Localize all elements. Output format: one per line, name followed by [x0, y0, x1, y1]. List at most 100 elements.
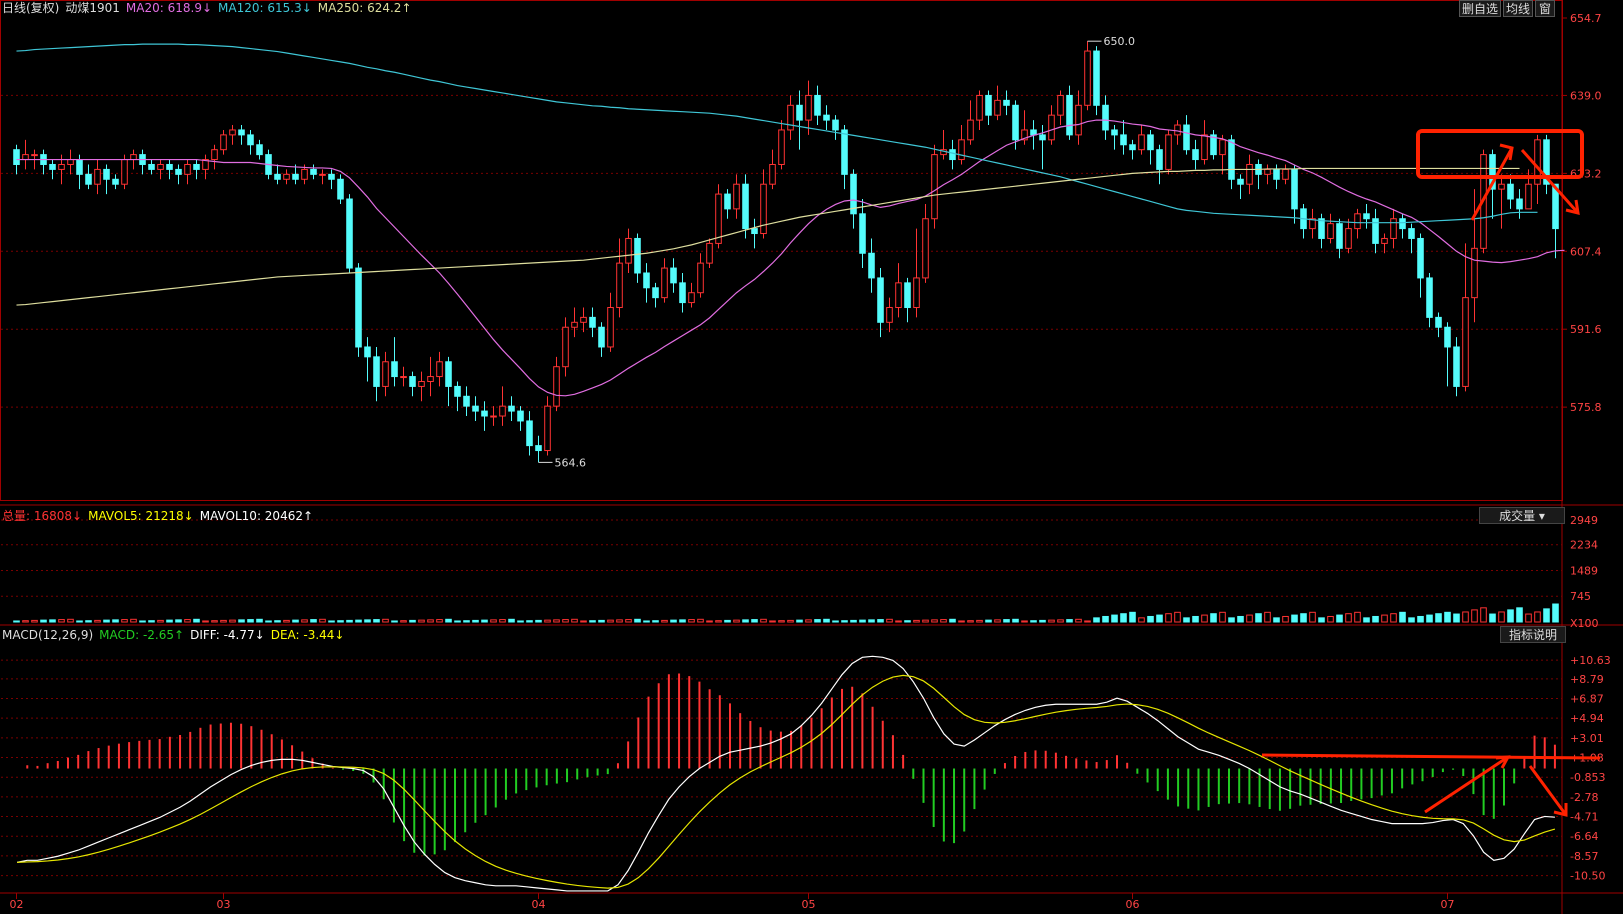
volume-bar	[454, 620, 461, 623]
volume-bar	[148, 620, 155, 623]
volume-bar	[1444, 611, 1451, 623]
volume-bar	[400, 620, 407, 623]
indicator-selector[interactable]: 成交量 ▾	[1479, 507, 1565, 524]
x-tick-label: 05	[802, 898, 816, 911]
volume-bar	[247, 619, 254, 623]
volume-header: 总量: 16808↓ MAVOL5: 21218↓ MAVOL10: 20462↑	[2, 508, 319, 524]
window-button[interactable]: 窗	[1535, 0, 1555, 17]
ma-line-ma20	[16, 119, 1565, 397]
candle-body	[1012, 104, 1019, 141]
price-tick-label: 607.4	[1570, 245, 1602, 258]
candle-body	[1354, 213, 1361, 230]
volume-bar	[526, 620, 533, 623]
candle-body	[1237, 178, 1244, 185]
price-tick-label: 639.0	[1570, 89, 1602, 102]
volume-bar	[1471, 609, 1478, 623]
volume-bar	[1156, 614, 1163, 623]
candle-body	[76, 159, 83, 175]
candle-body	[715, 193, 722, 244]
candle-body	[1048, 114, 1055, 141]
volume-bar	[1336, 614, 1343, 623]
ma-lines-button[interactable]: 均线	[1503, 0, 1533, 17]
ma20-readout: MA20: 618.9↓	[125, 1, 213, 15]
volume-bar	[346, 619, 353, 623]
candle-body	[1390, 218, 1397, 239]
macd-tick-label: -2.78	[1570, 791, 1598, 804]
candle-body	[958, 139, 965, 161]
volume-bar	[1498, 611, 1505, 623]
candle-body	[193, 163, 200, 170]
candle-body	[211, 149, 218, 161]
volume-bar	[805, 619, 812, 623]
candle-body	[697, 262, 704, 294]
candle-body	[679, 282, 686, 304]
volume-bar	[1363, 617, 1370, 623]
volume-bar	[49, 619, 56, 623]
candle-body	[949, 149, 956, 161]
volume-bar	[409, 619, 416, 623]
x-tick-label: 07	[1441, 898, 1455, 911]
volume-bar	[553, 619, 560, 623]
candle-body	[157, 163, 164, 170]
price-tick-label: 591.6	[1570, 323, 1602, 336]
candle-body	[1174, 124, 1181, 136]
candle-body	[472, 405, 479, 412]
candle-body	[1327, 223, 1334, 239]
volume-bar	[328, 620, 335, 623]
candle-body	[409, 376, 416, 387]
volume-bar	[1264, 611, 1271, 623]
volume-bar	[58, 619, 65, 623]
candle-body	[886, 307, 893, 323]
volume-bar	[103, 619, 110, 623]
candle-body	[1381, 237, 1388, 244]
volume-bar	[1489, 613, 1496, 623]
volume-bar	[1192, 615, 1199, 623]
candle-body	[1228, 139, 1235, 180]
candle-body	[1183, 124, 1190, 151]
delete-watchlist-button[interactable]: 删自选	[1459, 0, 1501, 17]
volume-bar	[130, 618, 137, 623]
candle-body	[1156, 149, 1163, 170]
volume-bar	[1201, 614, 1208, 623]
candle-body	[319, 173, 326, 176]
candle-body	[166, 163, 173, 170]
chart-canvas[interactable]: 654.7639.0623.2607.4591.6575.8650.0564.6…	[0, 0, 1623, 914]
volume-bar	[571, 618, 578, 623]
volume-bar	[463, 620, 470, 623]
candle-body	[499, 405, 506, 417]
candle-body	[1192, 149, 1199, 161]
price-panel-frame	[0, 0, 1563, 501]
volume-bar	[1111, 614, 1118, 623]
volume-bar	[220, 619, 227, 623]
candle-body	[130, 154, 137, 161]
dea-readout: DEA: -3.44↓	[270, 628, 345, 642]
volume-bar	[751, 619, 758, 623]
volume-bar	[895, 620, 902, 623]
volume-bar	[1291, 614, 1298, 623]
candle-body	[643, 272, 650, 289]
candle-body	[382, 361, 389, 387]
volume-bar	[742, 619, 749, 623]
volume-bar	[994, 619, 1001, 623]
ma250-readout: MA250: 624.2↑	[317, 1, 412, 15]
indicator-help-button[interactable]: 指标说明	[1500, 626, 1566, 643]
volume-bar	[22, 620, 29, 623]
volume-bar	[535, 619, 542, 623]
candle-body	[283, 173, 290, 180]
candle-body	[544, 405, 551, 452]
candle-body	[229, 129, 236, 136]
volume-bar	[1408, 617, 1415, 623]
macd-name: MACD(12,26,9)	[2, 628, 94, 642]
volume-bar	[31, 619, 38, 623]
volume-bar	[985, 619, 992, 623]
period-label: 日线(复权)	[2, 1, 60, 15]
candle-body	[661, 267, 668, 299]
candle-body	[526, 420, 533, 447]
volume-bar	[1210, 613, 1217, 623]
candle-body	[31, 154, 38, 157]
candle-body	[1408, 228, 1415, 239]
price-header: 日线(复权) 动煤1901 MA20: 618.9↓ MA120: 615.3↓ MA2…	[2, 0, 418, 16]
candle-body	[175, 168, 182, 175]
candle-body	[1084, 50, 1091, 106]
candle-body	[1516, 198, 1523, 210]
